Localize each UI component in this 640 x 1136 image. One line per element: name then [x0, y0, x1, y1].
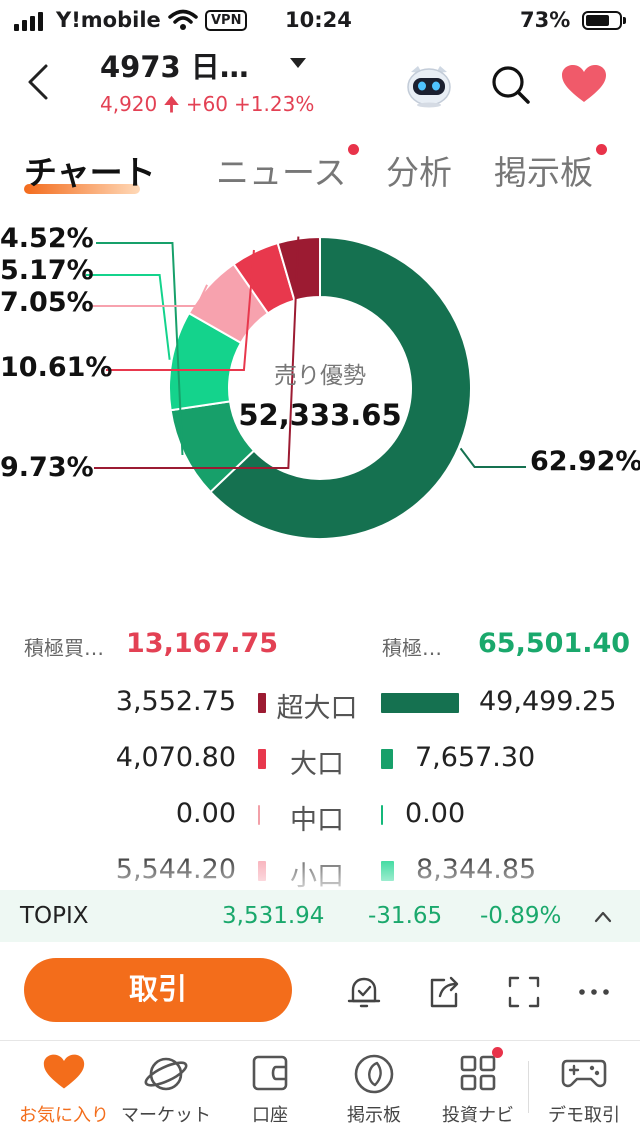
flow-row: 4,070.80 大口 7,657.30	[0, 736, 640, 784]
sell-bar	[381, 861, 394, 881]
nav-divider	[528, 1061, 529, 1113]
order-size-label: 小口	[290, 861, 344, 892]
chevron-up-icon[interactable]	[594, 908, 612, 926]
wallet-icon	[252, 1055, 288, 1091]
sell-amount: 7,657.30	[415, 742, 536, 773]
buy-amount: 5,544.20	[115, 854, 236, 885]
index-value: 3,531.94	[222, 903, 325, 929]
fullscreen-icon[interactable]	[504, 972, 544, 1012]
slice-label: 7.05%	[0, 287, 94, 318]
tab-analysis[interactable]: 分析	[386, 146, 452, 194]
slice-label: 10.61%	[0, 352, 113, 383]
nav-label: マーケット	[121, 1105, 211, 1126]
slice-label: 9.73%	[0, 452, 94, 483]
gamepad-icon	[561, 1059, 607, 1088]
heart-icon	[43, 1054, 85, 1089]
up-arrow-icon: 🠉	[163, 92, 180, 116]
battery-percent: 73%	[520, 8, 571, 32]
vpn-badge: VPN	[205, 10, 248, 31]
back-icon[interactable]	[22, 62, 54, 102]
tab-bar: チャート ニュース 分析 掲示板	[0, 140, 640, 200]
robot-assistant-icon[interactable]	[404, 60, 454, 108]
flow-row: 0.00 中口 0.00	[0, 792, 640, 840]
price-change-percent: +1.23%	[234, 92, 315, 116]
share-icon[interactable]	[424, 972, 464, 1012]
buy-summary-value: 13,167.75	[126, 628, 279, 659]
sell-summary-label: 積極…	[382, 636, 442, 660]
price-row: 4,920 🠉 +60 +1.23%	[100, 90, 320, 124]
order-size-label: 中口	[290, 805, 344, 836]
buy-amount: 3,552.75	[115, 686, 236, 717]
buy-bar	[258, 805, 260, 825]
order-size-label: 超大口	[276, 693, 358, 724]
slice-leader-line	[92, 284, 208, 307]
trade-button[interactable]: 取引	[24, 958, 292, 1022]
slice-label: 62.92%	[530, 446, 640, 477]
order-size-breakdown: 3,552.75 超大口 49,499.25 4,070.80 大口 7,657…	[0, 680, 640, 892]
tab-board[interactable]: 掲示板	[494, 146, 593, 194]
order-flow-donut: 4.52% 5.17% 7.05% 10.61% 9.73% 62.92% 売り…	[0, 210, 640, 590]
sell-amount: 49,499.25	[479, 686, 617, 717]
slice-label: 5.17%	[0, 255, 94, 286]
board-icon	[354, 1054, 394, 1094]
more-icon[interactable]	[574, 972, 614, 1012]
tab-chart[interactable]: チャート	[24, 146, 156, 194]
stock-header: 4973 日… 4,920 🠉 +60 +1.23%	[0, 40, 640, 120]
order-size-label: 大口	[290, 749, 344, 780]
slice-leader-line	[86, 274, 171, 360]
sell-bar	[381, 805, 383, 825]
planet-icon	[144, 1057, 188, 1091]
favorite-heart-icon[interactable]	[560, 64, 608, 104]
sell-amount: 0.00	[405, 798, 466, 829]
price-change: +60	[185, 92, 229, 116]
slice-leader-line	[459, 447, 526, 468]
battery-icon	[582, 11, 626, 30]
invest-navi-badge-dot	[492, 1047, 503, 1058]
tab-news[interactable]: ニュース	[216, 146, 346, 194]
nav-account[interactable]: 口座	[222, 1041, 318, 1136]
flow-summary: 積極買… 13,167.75 積極… 65,501.40	[0, 626, 640, 666]
nav-demo-trade[interactable]: デモ取引	[532, 1041, 636, 1136]
search-icon[interactable]	[490, 64, 532, 106]
donut-center-value: 52,333.65	[238, 398, 402, 432]
buy-amount: 4,070.80	[115, 742, 236, 773]
nav-label: 投資ナビ	[442, 1105, 514, 1126]
sell-summary-value: 65,501.40	[478, 628, 631, 659]
nav-label: 口座	[252, 1105, 288, 1126]
alert-bell-icon[interactable]	[344, 972, 384, 1012]
clock: 10:24	[285, 8, 352, 32]
nav-label: デモ取引	[548, 1105, 620, 1126]
bottom-nav: お気に入り マーケット 口座 掲示板 投資ナビ デモ取引	[0, 1040, 640, 1136]
status-bar: Y!mobile VPN 10:24 73%	[0, 0, 640, 40]
index-name: TOPIX	[20, 903, 89, 929]
sell-bar	[381, 749, 393, 769]
buy-amount: 0.00	[175, 798, 236, 829]
buy-summary-label: 積極買…	[24, 636, 104, 660]
index-change-percent: -0.89%	[480, 903, 562, 929]
signal-icon	[14, 12, 43, 31]
board-badge-dot	[596, 144, 607, 155]
news-badge-dot	[348, 144, 359, 155]
flow-row: 5,544.20 小口 8,344.85	[0, 848, 640, 896]
slice-label: 4.52%	[0, 223, 94, 254]
nav-market[interactable]: マーケット	[114, 1041, 218, 1136]
nav-label: お気に入り	[19, 1105, 109, 1126]
index-change: -31.65	[368, 903, 443, 929]
grid-icon	[460, 1055, 496, 1091]
carrier-name: Y!mobile	[56, 8, 161, 32]
stock-title[interactable]: 4973 日…	[100, 44, 249, 86]
current-price: 4,920	[100, 92, 158, 116]
donut-center-label: 売り優勢	[274, 363, 366, 389]
wifi-icon	[168, 9, 198, 30]
dropdown-icon[interactable]	[290, 58, 306, 68]
flow-row: 3,552.75 超大口 49,499.25	[0, 680, 640, 728]
nav-invest-navi[interactable]: 投資ナビ	[428, 1041, 528, 1136]
sell-bar	[381, 693, 459, 713]
sell-amount: 8,344.85	[416, 854, 537, 885]
action-bar: 取引	[0, 942, 640, 1038]
nav-label: 掲示板	[347, 1105, 401, 1126]
index-ticker[interactable]: TOPIX 3,531.94 -31.65 -0.89%	[0, 890, 640, 942]
nav-favorites[interactable]: お気に入り	[10, 1041, 118, 1136]
nav-board[interactable]: 掲示板	[322, 1041, 426, 1136]
